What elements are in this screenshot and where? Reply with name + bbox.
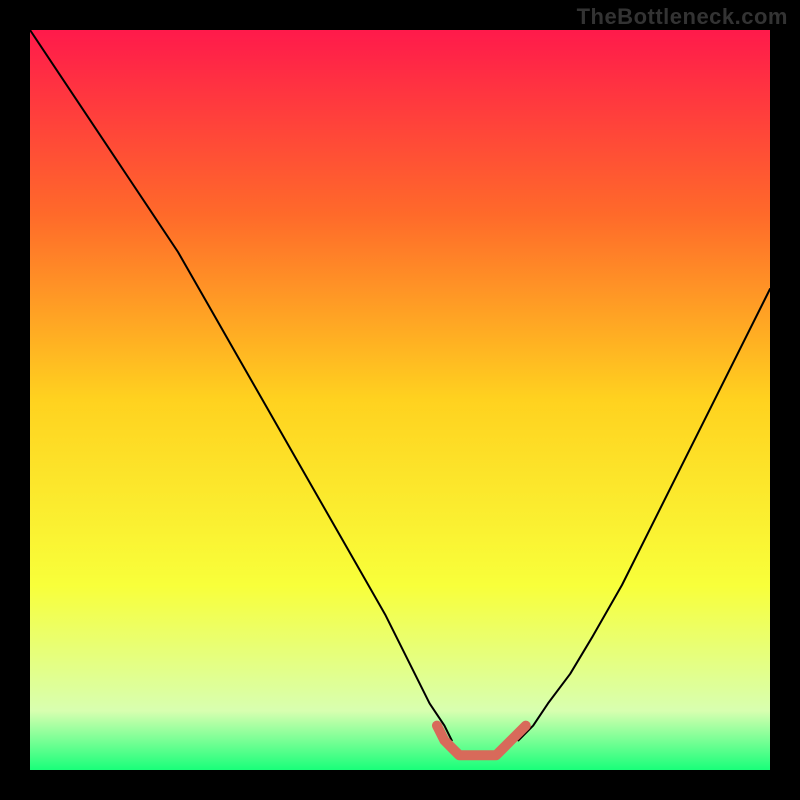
watermark-text: TheBottleneck.com <box>577 4 788 30</box>
chart-frame: TheBottleneck.com <box>0 0 800 800</box>
bottleneck-chart <box>30 30 770 770</box>
chart-background <box>30 30 770 770</box>
